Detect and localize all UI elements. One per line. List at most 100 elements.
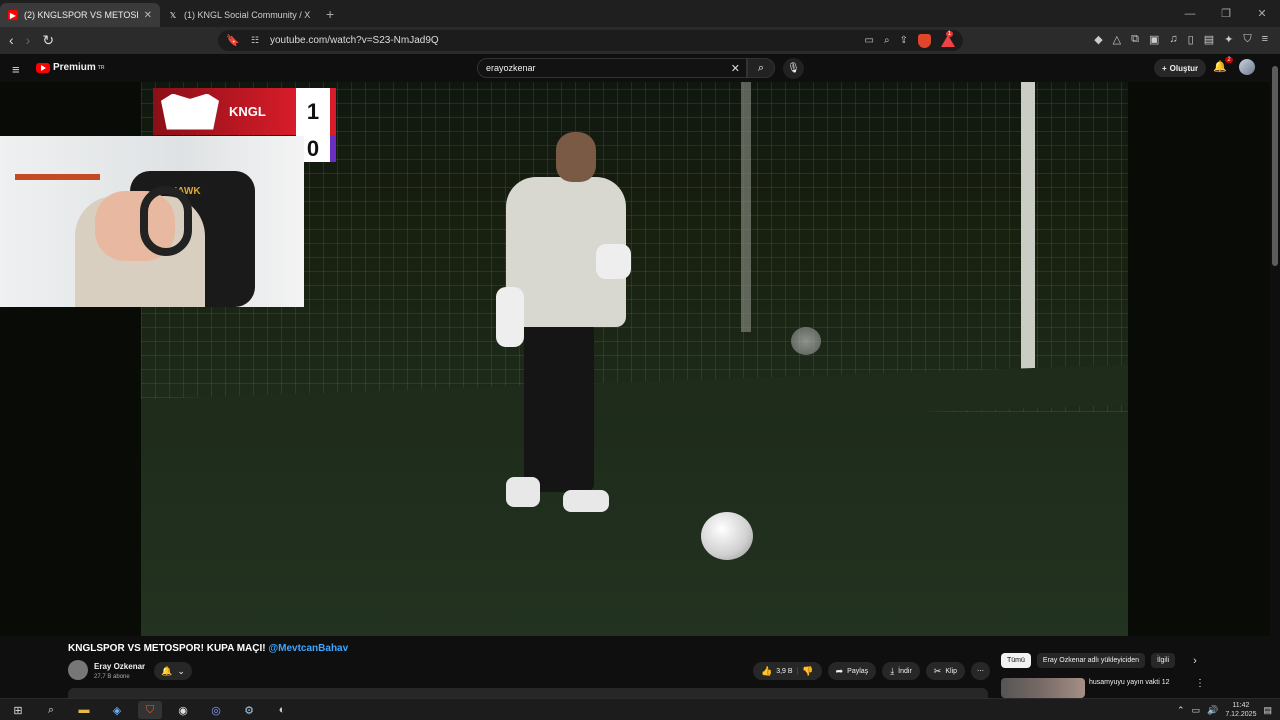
reload-icon[interactable]: ↻ bbox=[42, 32, 54, 49]
clear-search-icon[interactable]: ✕ bbox=[731, 62, 740, 75]
download-label: İndir bbox=[898, 667, 912, 675]
channel-avatar[interactable] bbox=[68, 660, 88, 680]
page-scrollbar[interactable] bbox=[1270, 54, 1280, 698]
video-player[interactable]: KNGL 1 0 HAWK bbox=[0, 82, 1270, 636]
wallet-icon[interactable]: ▤ bbox=[1204, 33, 1214, 46]
goalkeeper-head bbox=[556, 132, 596, 182]
voice-search-button[interactable]: 🎙 bbox=[783, 58, 804, 79]
search-icon: ⌕ bbox=[757, 61, 765, 74]
share-icon[interactable]: ⇪ bbox=[900, 35, 908, 46]
like-button[interactable]: 👍 3,9 B | 👎 bbox=[753, 662, 822, 680]
sidebar-icon[interactable]: ▯ bbox=[1188, 33, 1194, 46]
leo-icon[interactable]: ✦ bbox=[1224, 33, 1233, 46]
minimize-icon[interactable]: — bbox=[1172, 0, 1208, 27]
thumbs-down-icon[interactable]: 👎 bbox=[802, 666, 813, 677]
recommended-thumbnail[interactable] bbox=[1001, 678, 1085, 698]
volume-icon[interactable]: 🔊 bbox=[1207, 705, 1218, 716]
search-value[interactable]: erayozkenar bbox=[486, 63, 536, 73]
notifications-button[interactable]: 🔔 2 bbox=[1213, 57, 1233, 73]
obs-icon[interactable]: ◉ bbox=[171, 701, 195, 719]
chevron-up-icon[interactable]: ⌃ bbox=[1177, 705, 1185, 716]
notification-center-icon[interactable]: ▤ bbox=[1263, 705, 1272, 716]
chevron-down-icon: ⌄ bbox=[177, 665, 185, 676]
hamburger-icon[interactable]: ≡ bbox=[12, 62, 20, 77]
new-tab-button[interactable]: + bbox=[326, 6, 334, 22]
restore-icon[interactable]: ❐ bbox=[1208, 0, 1244, 27]
proton-icon[interactable]: △ bbox=[1113, 33, 1121, 46]
share-button[interactable]: ➦ Paylaş bbox=[827, 662, 877, 680]
channel-name[interactable]: Eray Ozkenar bbox=[94, 662, 145, 671]
url-text[interactable]: youtube.com/watch?v=S23-NmJad9Q bbox=[270, 35, 439, 46]
download-button[interactable]: ⤓ İndir bbox=[882, 662, 920, 680]
discord-icon[interactable]: ◎ bbox=[204, 701, 228, 719]
clock[interactable]: 11:42 7.12.2025 bbox=[1225, 701, 1256, 719]
zoom-icon[interactable]: ⌕ bbox=[884, 35, 890, 46]
puzzle-icon[interactable]: ⧉ bbox=[1131, 33, 1139, 46]
video-title: KNGLSPOR VS METOSPOR! KUPA MAÇI! @Mevtca… bbox=[68, 643, 348, 654]
like-count: 3,9 B bbox=[776, 667, 793, 675]
team-panel: KNGL bbox=[153, 88, 296, 135]
forward-icon[interactable]: › bbox=[26, 32, 31, 49]
steam-icon[interactable]: ⚙ bbox=[237, 701, 261, 719]
site-settings-icon[interactable]: ☷ bbox=[251, 35, 259, 46]
youtube-header: ≡ Premium TR erayozkenar ✕ ⌕ 🎙 + Oluştur… bbox=[0, 54, 1270, 82]
extension-icon[interactable]: ◆ bbox=[1094, 33, 1102, 46]
chip-all[interactable]: Tümü bbox=[1001, 653, 1031, 668]
subscription-bell-button[interactable]: 🔔 ⌄ bbox=[154, 662, 192, 680]
scrollbar-thumb[interactable] bbox=[1272, 66, 1278, 266]
search-button[interactable]: ⌕ bbox=[747, 58, 775, 78]
search-input[interactable]: erayozkenar ✕ bbox=[477, 58, 747, 78]
app-icon[interactable]: ◐ bbox=[270, 701, 294, 719]
address-bar-row: ‹ › ↻ 🔖 ☷ youtube.com/watch?v=S23-NmJad9… bbox=[0, 27, 1280, 54]
recommended-video[interactable]: husamyuyu yayın vakti 12 ⋮ bbox=[1001, 678, 1261, 698]
avatar[interactable] bbox=[1239, 59, 1255, 75]
plus-icon: + bbox=[1162, 63, 1167, 73]
video-actions: 👍 3,9 B | 👎 ➦ Paylaş ⤓ İndir ✂ Klip ⋯ bbox=[753, 662, 991, 680]
chevron-right-icon[interactable]: › bbox=[1193, 655, 1197, 667]
menu-icon[interactable]: ≡ bbox=[1262, 33, 1268, 46]
vpn-icon[interactable]: ⛉ bbox=[1243, 33, 1251, 46]
brave-shields-icon[interactable] bbox=[918, 33, 931, 48]
close-icon[interactable]: ✕ bbox=[144, 10, 152, 21]
create-button[interactable]: + Oluştur bbox=[1154, 59, 1207, 77]
chip-uploader[interactable]: Eray Ozkenar adlı yükleyiciden bbox=[1036, 653, 1146, 668]
more-actions-button[interactable]: ⋯ bbox=[971, 662, 991, 680]
goalkeeper-shoe bbox=[563, 490, 609, 512]
back-icon[interactable]: ‹ bbox=[9, 32, 14, 49]
recommended-title[interactable]: husamyuyu yayın vakti 12 bbox=[1089, 679, 1170, 686]
bell-icon: 🔔 bbox=[161, 665, 173, 676]
background-ball bbox=[791, 327, 821, 355]
net-pole bbox=[741, 82, 751, 332]
kebab-menu-icon[interactable]: ⋮ bbox=[1195, 678, 1205, 689]
close-window-icon[interactable]: ✕ bbox=[1244, 0, 1280, 27]
goalkeeper-shoe bbox=[506, 477, 540, 507]
share-arrow-icon: ➦ bbox=[835, 665, 844, 676]
video-title-text: KNGLSPOR VS METOSPOR! KUPA MAÇI! bbox=[68, 643, 266, 654]
bookmark-icon[interactable]: 🔖 bbox=[226, 34, 240, 47]
more-icon: ⋯ bbox=[977, 668, 985, 675]
app-icon[interactable]: ◈ bbox=[105, 701, 129, 719]
youtube-logo[interactable]: Premium TR bbox=[36, 62, 104, 73]
date: 7.12.2025 bbox=[1225, 711, 1257, 718]
search-taskbar-icon[interactable]: ⌕ bbox=[39, 701, 63, 719]
clip-button[interactable]: ✂ Klip bbox=[925, 662, 966, 680]
url-field[interactable]: 🔖 ☷ youtube.com/watch?v=S23-NmJad9Q ▭ ⌕ … bbox=[218, 30, 963, 51]
brave-browser-icon[interactable]: ⛉ bbox=[138, 701, 162, 719]
network-icon[interactable]: ▭ bbox=[1192, 705, 1201, 716]
notification-count: 2 bbox=[1225, 57, 1233, 63]
mention-link[interactable]: @MevtcanBahav bbox=[268, 643, 348, 654]
taskbar: ⊞ ⌕ ▬ ◈ ⛉ ◉ ◎ ⚙ ◐ ⌃ ▭ 🔊 11:42 7.12.2025 … bbox=[0, 698, 1280, 720]
music-icon[interactable]: ♫ bbox=[1169, 33, 1177, 46]
chip-related[interactable]: İlgili bbox=[1151, 653, 1176, 668]
score-home: 1 bbox=[296, 88, 336, 135]
windows-start-icon[interactable]: ⊞ bbox=[6, 701, 30, 719]
tab-youtube[interactable]: ▶ (2) KNGLSPOR VS METOSPOR! K ✕ bbox=[0, 3, 160, 27]
tab-x[interactable]: 𝕏 (1) KNGL Social Community / X bbox=[160, 3, 320, 27]
football bbox=[701, 512, 753, 560]
brave-rewards-icon[interactable]: 1 bbox=[941, 30, 955, 47]
cast-icon[interactable]: ▭ bbox=[865, 35, 874, 46]
file-explorer-icon[interactable]: ▬ bbox=[72, 701, 96, 719]
description-box[interactable] bbox=[68, 688, 988, 698]
screenshot-icon[interactable]: ▣ bbox=[1149, 33, 1159, 46]
download-icon: ⤓ bbox=[890, 665, 895, 676]
